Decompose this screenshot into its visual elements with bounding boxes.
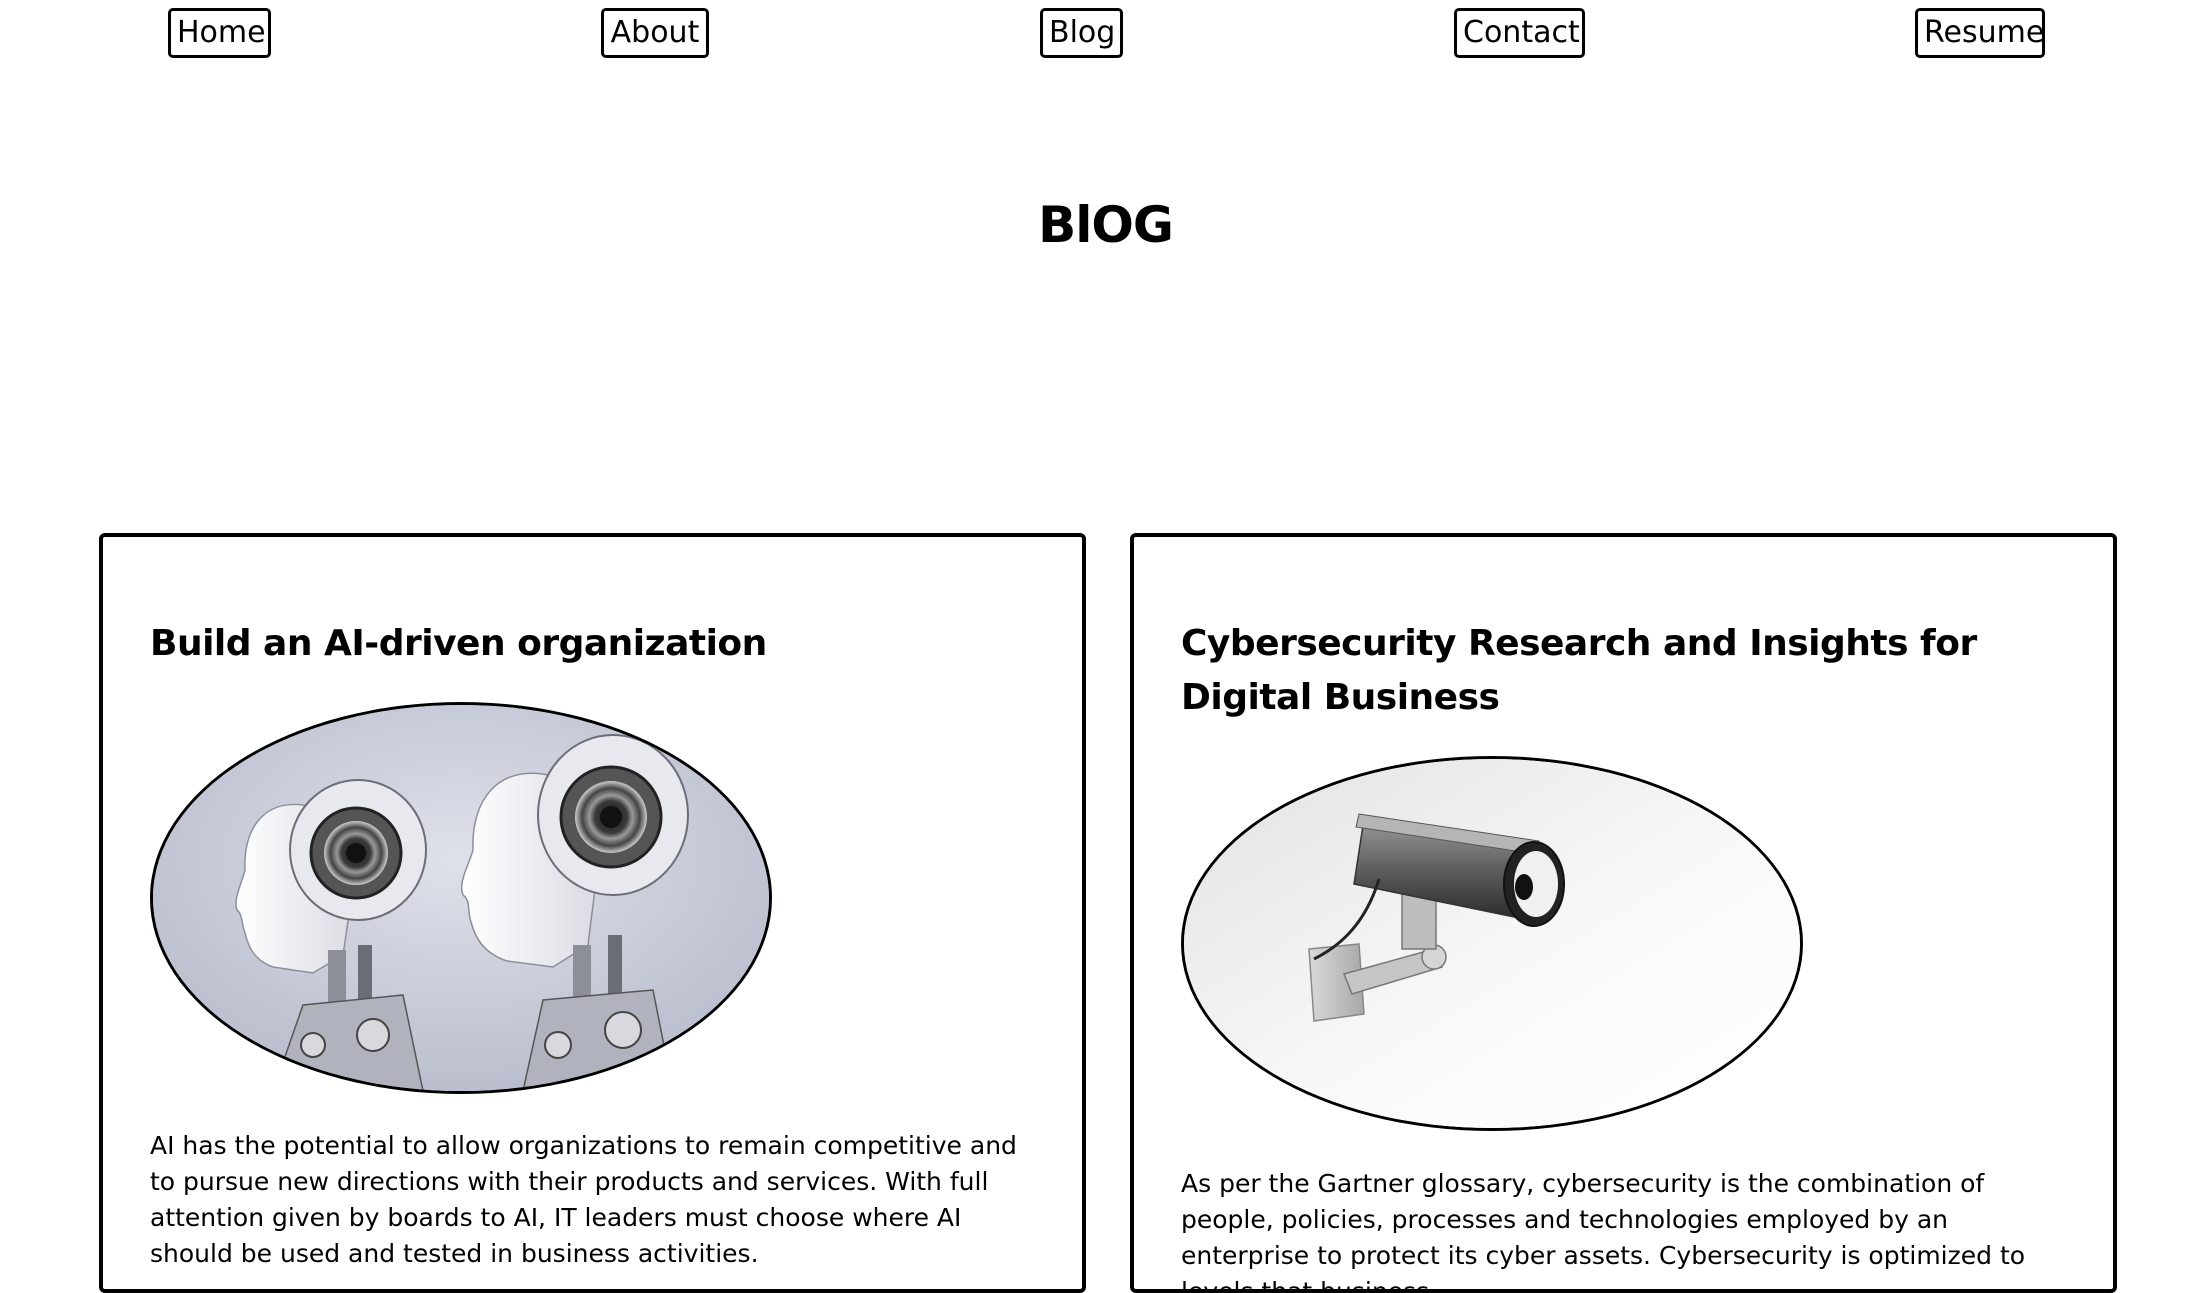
blog-post-title[interactable]: Build an AI-driven organization bbox=[150, 617, 1030, 671]
page-title: BlOG bbox=[1038, 196, 1174, 254]
robot-heads-image bbox=[150, 702, 772, 1094]
blog-post-card: Build an AI-driven organization AI has t… bbox=[99, 533, 1086, 1293]
nav-home-button[interactable]: Home bbox=[168, 8, 271, 58]
blog-post-title[interactable]: Cybersecurity Research and Insights for … bbox=[1181, 617, 2061, 725]
security-camera-image bbox=[1181, 756, 1803, 1131]
nav-resume-button[interactable]: Resume bbox=[1915, 8, 2045, 58]
blog-post-excerpt: As per the Gartner glossary, cybersecuri… bbox=[1181, 1169, 2026, 1293]
security-camera-illustration bbox=[1184, 759, 1800, 1128]
nav-blog-button[interactable]: Blog bbox=[1040, 8, 1123, 58]
top-navigation: Home About Blog Contact Resume bbox=[0, 0, 2211, 70]
nav-contact-button[interactable]: Contact bbox=[1454, 8, 1585, 58]
nav-about-button[interactable]: About bbox=[601, 8, 709, 58]
robot-heads-illustration bbox=[153, 705, 769, 1091]
blog-post-card: Cybersecurity Research and Insights for … bbox=[1130, 533, 2117, 1293]
blog-post-excerpt: AI has the potential to allow organizati… bbox=[150, 1131, 1017, 1268]
